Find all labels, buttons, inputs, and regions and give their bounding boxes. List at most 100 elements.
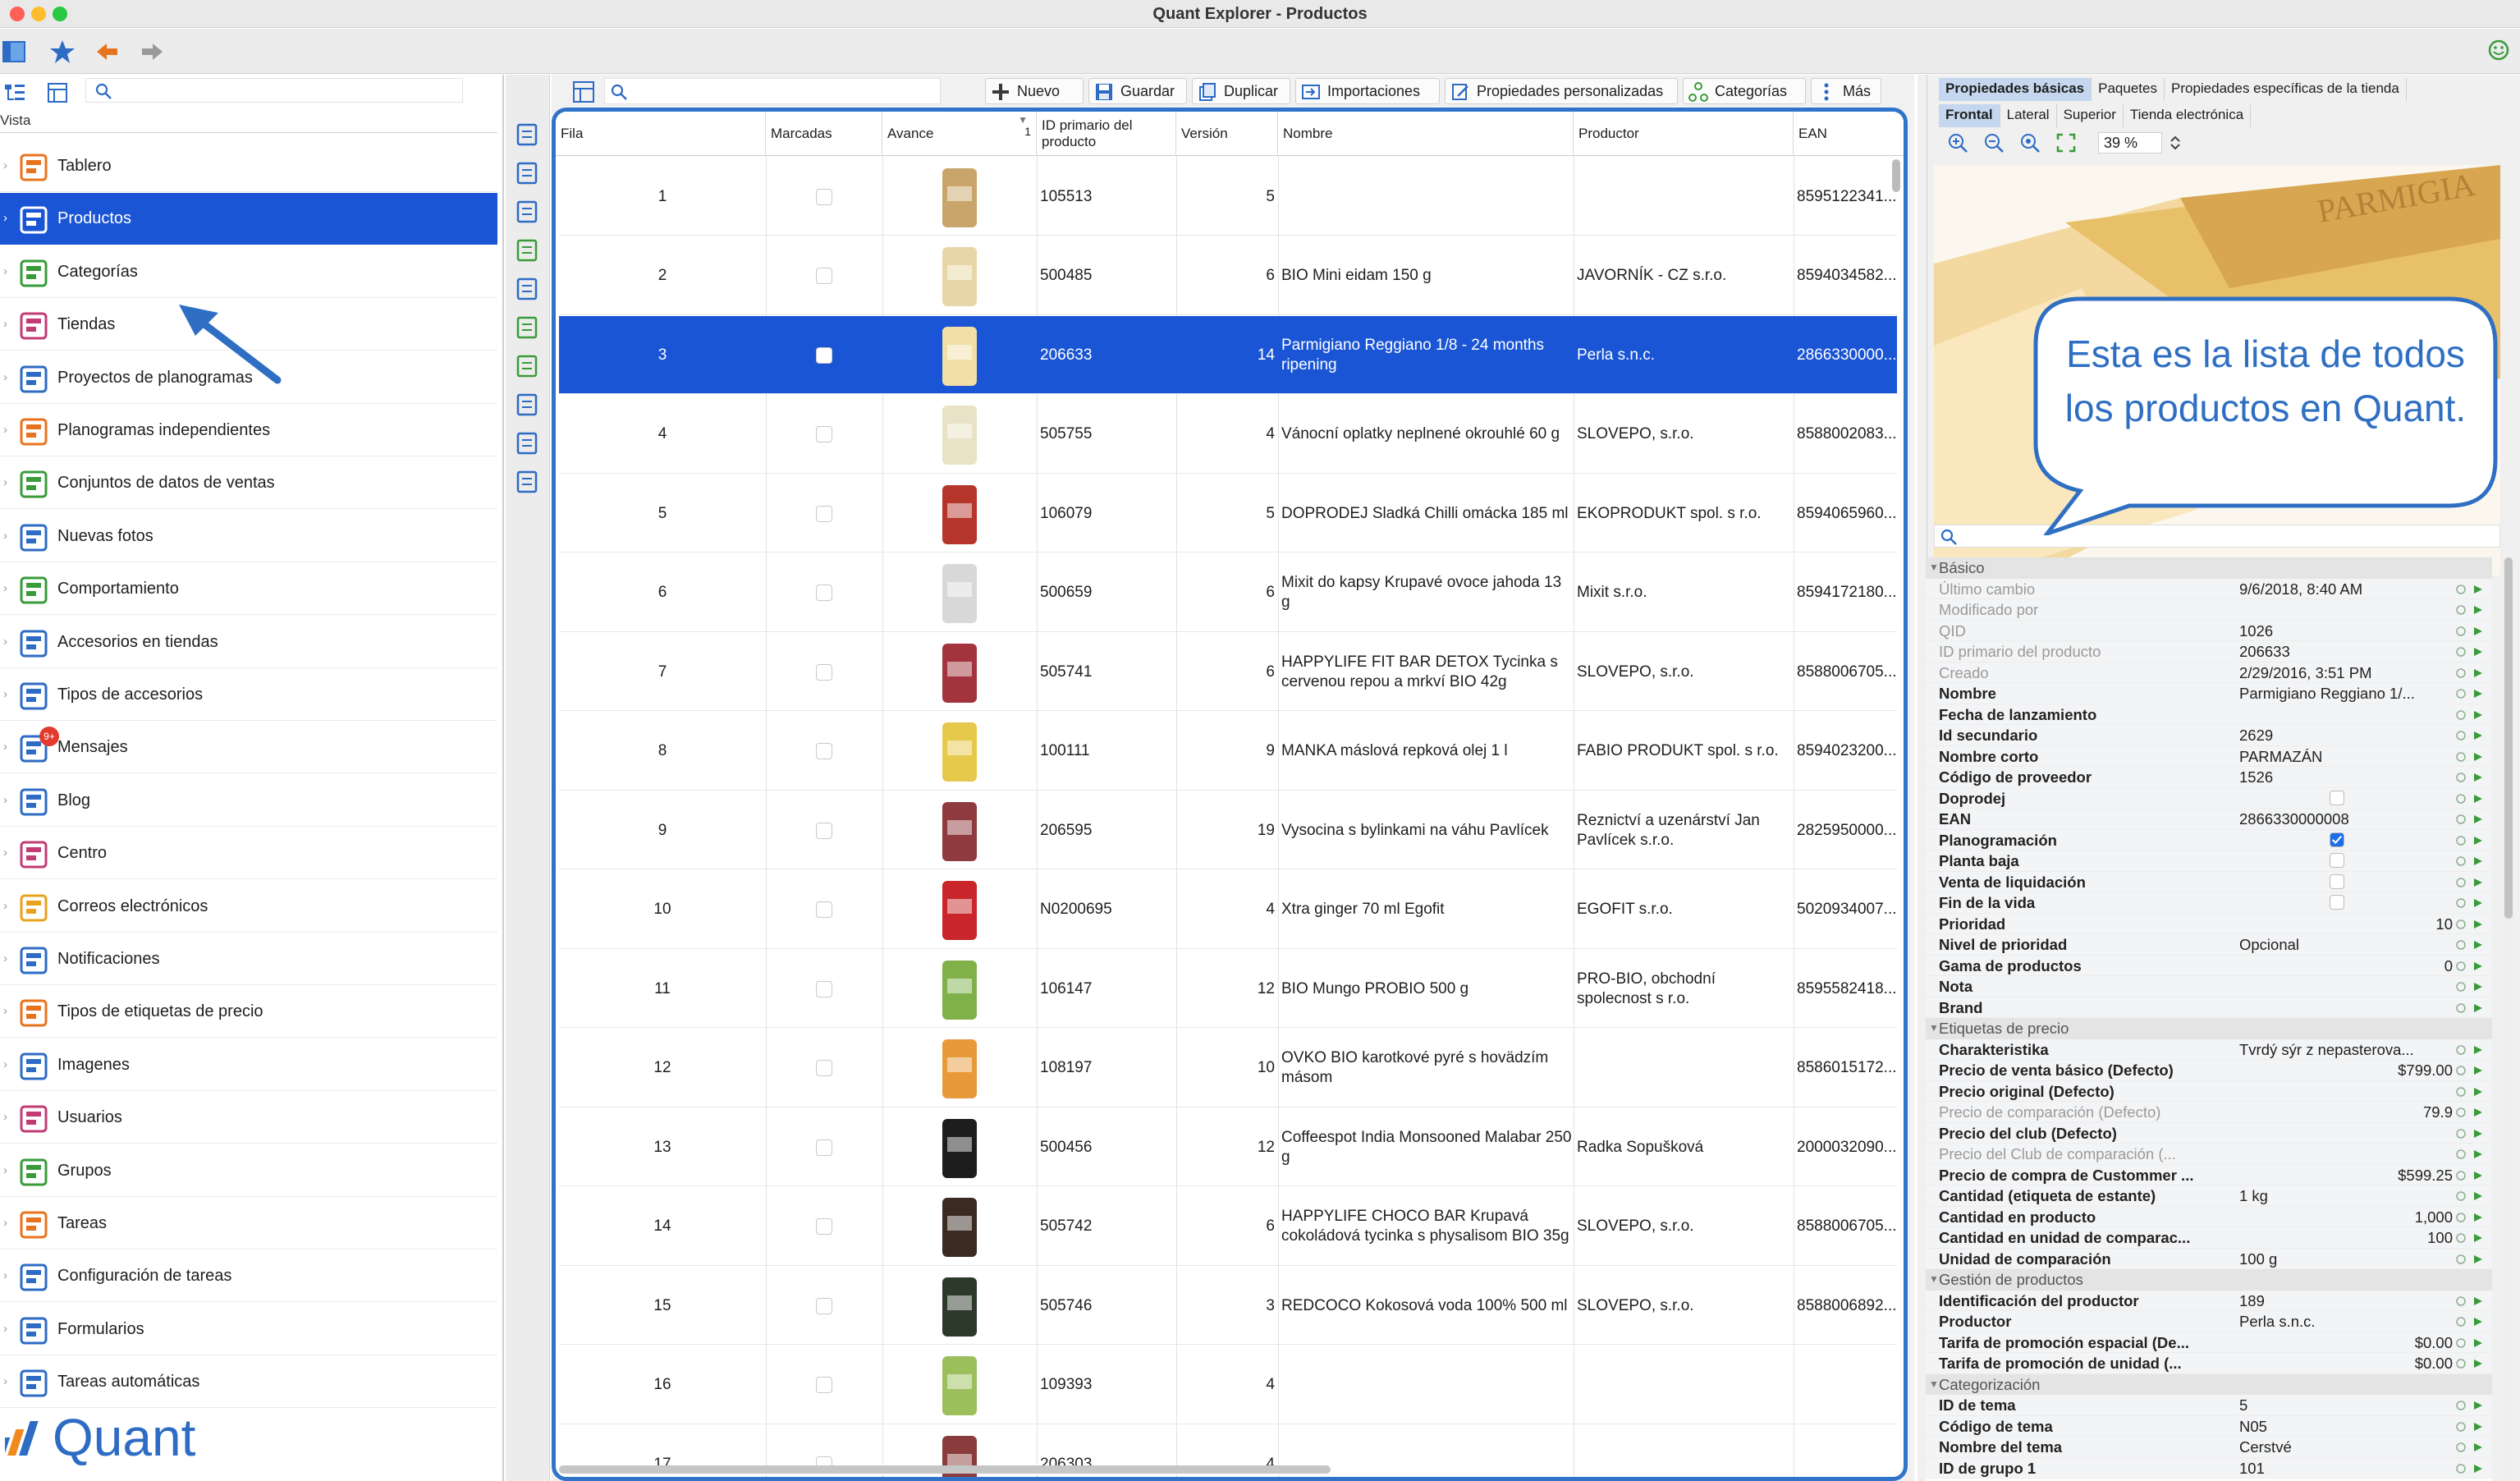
- chevron-right-icon[interactable]: ›: [3, 1057, 7, 1071]
- custom-properties-button[interactable]: Propiedades personalizadas: [1445, 78, 1678, 104]
- property-actions-icon[interactable]: [2454, 1128, 2486, 1139]
- property-row[interactable]: Identificación del productor 189: [1926, 1290, 2492, 1312]
- property-actions-icon[interactable]: [2454, 1295, 2486, 1307]
- property-value[interactable]: $799.00: [2398, 1060, 2453, 1081]
- column-header-version[interactable]: Versión: [1176, 112, 1278, 156]
- property-value[interactable]: $0.00: [2415, 1353, 2453, 1374]
- property-row[interactable]: Planogramación: [1926, 829, 2492, 851]
- chevron-right-icon[interactable]: ›: [3, 793, 7, 807]
- chevron-right-icon[interactable]: ›: [3, 211, 7, 225]
- property-value[interactable]: 206633: [2239, 641, 2290, 663]
- property-actions-icon[interactable]: [2454, 772, 2486, 783]
- chevron-right-icon[interactable]: ›: [3, 687, 7, 701]
- column-header-producer[interactable]: Productor: [1574, 112, 1794, 156]
- tab-basic-properties[interactable]: Propiedades básicas: [1939, 78, 2092, 101]
- property-actions-icon[interactable]: [2454, 646, 2486, 658]
- column-settings-icon[interactable]: [571, 80, 596, 104]
- property-row[interactable]: QID 1026: [1926, 620, 2492, 642]
- property-value[interactable]: 189: [2239, 1291, 2265, 1312]
- property-row[interactable]: ID de grupo 1 101: [1926, 1457, 2492, 1479]
- property-section[interactable]: ▼ Gestión de productos: [1926, 1269, 2492, 1291]
- mark-checkbox[interactable]: [816, 901, 832, 918]
- zoom-stepper-icon[interactable]: [2167, 134, 2183, 152]
- property-value[interactable]: 1026: [2239, 621, 2273, 642]
- sidebar-item-accessories[interactable]: › Accesorios en tiendas: [0, 617, 497, 668]
- fit-to-view-icon[interactable]: [2055, 132, 2077, 154]
- csv-icon[interactable]: [514, 391, 542, 419]
- property-actions-icon[interactable]: [2454, 1358, 2486, 1369]
- chart-icon[interactable]: [514, 468, 542, 496]
- zoom-reset-icon[interactable]: [2019, 132, 2041, 154]
- property-value[interactable]: 2/29/2016, 3:51 PM: [2239, 663, 2371, 684]
- column-header-progress[interactable]: Avance 1 ▼: [882, 112, 1037, 156]
- property-checkbox[interactable]: [2330, 832, 2344, 847]
- property-actions-icon[interactable]: [2454, 667, 2486, 679]
- sidebar-item-images[interactable]: › Imagenes: [0, 1039, 497, 1091]
- property-row[interactable]: Nombre Parmigiano Reggiano 1/...: [1926, 683, 2492, 704]
- property-row[interactable]: Nombre corto PARMAZÁN: [1926, 745, 2492, 768]
- sidebar-item-blog[interactable]: › Blog: [0, 775, 497, 827]
- column-header-name[interactable]: Nombre: [1278, 112, 1574, 156]
- property-actions-icon[interactable]: [2454, 1232, 2486, 1244]
- chevron-right-icon[interactable]: ›: [3, 899, 7, 913]
- property-row[interactable]: Precio de venta básico (Defecto) $799.00: [1926, 1060, 2492, 1081]
- property-row[interactable]: Precio de comparación (Defecto) 79.9: [1926, 1102, 2492, 1123]
- property-value[interactable]: 2866330000008: [2239, 809, 2349, 830]
- mark-checkbox[interactable]: [816, 426, 832, 442]
- tab-packages[interactable]: Paquetes: [2092, 78, 2165, 101]
- property-actions-icon[interactable]: [2454, 814, 2486, 825]
- zoom-out-icon[interactable]: [1983, 132, 2005, 154]
- property-row[interactable]: Fin de la vida: [1926, 892, 2492, 914]
- list-view-icon[interactable]: [46, 81, 69, 104]
- property-section[interactable]: ▼ Básico: [1926, 557, 2492, 579]
- tab-top[interactable]: Superior: [2057, 104, 2124, 127]
- chevron-right-icon[interactable]: ›: [3, 423, 7, 437]
- collapse-arrow-icon[interactable]: ▼: [1929, 1018, 1939, 1039]
- sidebar-item-behavior[interactable]: › Comportamiento: [0, 563, 497, 616]
- property-value[interactable]: Perla s.n.c.: [2239, 1311, 2316, 1332]
- more-button[interactable]: Más: [1811, 78, 1881, 104]
- property-checkbox[interactable]: [2330, 895, 2344, 910]
- sidebar-item-forms[interactable]: › Formularios: [0, 1304, 497, 1355]
- sidebar-item-dashboard[interactable]: › Tablero: [0, 140, 497, 192]
- mark-checkbox[interactable]: [816, 980, 832, 997]
- property-row[interactable]: Nombre del tema Cerstvé: [1926, 1437, 2492, 1458]
- property-value[interactable]: N05: [2239, 1416, 2267, 1437]
- property-actions-icon[interactable]: [2454, 1254, 2486, 1265]
- table-row[interactable]: 7 505741 6 HAPPYLIFE FIT BAR DETOX Tycinka …: [559, 633, 1897, 711]
- tab-store-properties[interactable]: Propiedades específicas de la tienda: [2165, 78, 2407, 101]
- sidebar-item-auto-tasks[interactable]: › Tareas automáticas: [0, 1356, 497, 1409]
- chevron-right-icon[interactable]: ›: [3, 951, 7, 965]
- property-value[interactable]: 100: [2427, 1227, 2453, 1249]
- table-row[interactable]: 3 206633 14 Parmigiano Reggiano 1/8 - 24 mo…: [559, 316, 1897, 394]
- property-actions-icon[interactable]: [2454, 1421, 2486, 1433]
- property-value[interactable]: $0.00: [2415, 1332, 2453, 1354]
- table-row[interactable]: 5 106079 5 DOPRODEJ Sladká Chilli omácka 18…: [559, 475, 1897, 553]
- property-row[interactable]: EAN 2866330000008: [1926, 809, 2492, 830]
- mark-checkbox[interactable]: [816, 743, 832, 759]
- property-row[interactable]: Productor Perla s.n.c.: [1926, 1311, 2492, 1332]
- mark-checkbox[interactable]: [816, 1218, 832, 1235]
- save-button[interactable]: Guardar: [1088, 78, 1187, 104]
- chevron-right-icon[interactable]: ›: [3, 529, 7, 543]
- sidebar-item-center[interactable]: › Centro: [0, 828, 497, 880]
- report-icon[interactable]: [514, 429, 542, 457]
- property-value[interactable]: Opcional: [2239, 934, 2299, 956]
- imports-button[interactable]: Importaciones: [1295, 78, 1440, 104]
- chevron-right-icon[interactable]: ›: [3, 1163, 7, 1177]
- chevron-right-icon[interactable]: ›: [3, 158, 7, 172]
- tab-side[interactable]: Lateral: [2000, 104, 2057, 127]
- mark-checkbox[interactable]: [816, 1139, 832, 1156]
- sidebar-item-task-config[interactable]: › Configuración de tareas: [0, 1250, 497, 1303]
- collapse-arrow-icon[interactable]: ▼: [1929, 557, 1939, 579]
- property-value[interactable]: PARMAZÁN: [2239, 746, 2322, 768]
- navigation-search-input[interactable]: [85, 78, 463, 103]
- mark-checkbox[interactable]: [816, 268, 832, 284]
- property-row[interactable]: Doprodej: [1926, 787, 2492, 809]
- property-row[interactable]: Código de tema N05: [1926, 1415, 2492, 1437]
- property-section[interactable]: ▼ Categorización: [1926, 1373, 2492, 1395]
- property-value[interactable]: 100 g: [2239, 1249, 2277, 1270]
- property-checkbox[interactable]: [2330, 790, 2344, 805]
- property-value[interactable]: 79.9: [2423, 1102, 2453, 1123]
- table-row[interactable]: 11 106147 12 BIO Mungo PROBIO 500 g PRO-BIO,…: [559, 950, 1897, 1028]
